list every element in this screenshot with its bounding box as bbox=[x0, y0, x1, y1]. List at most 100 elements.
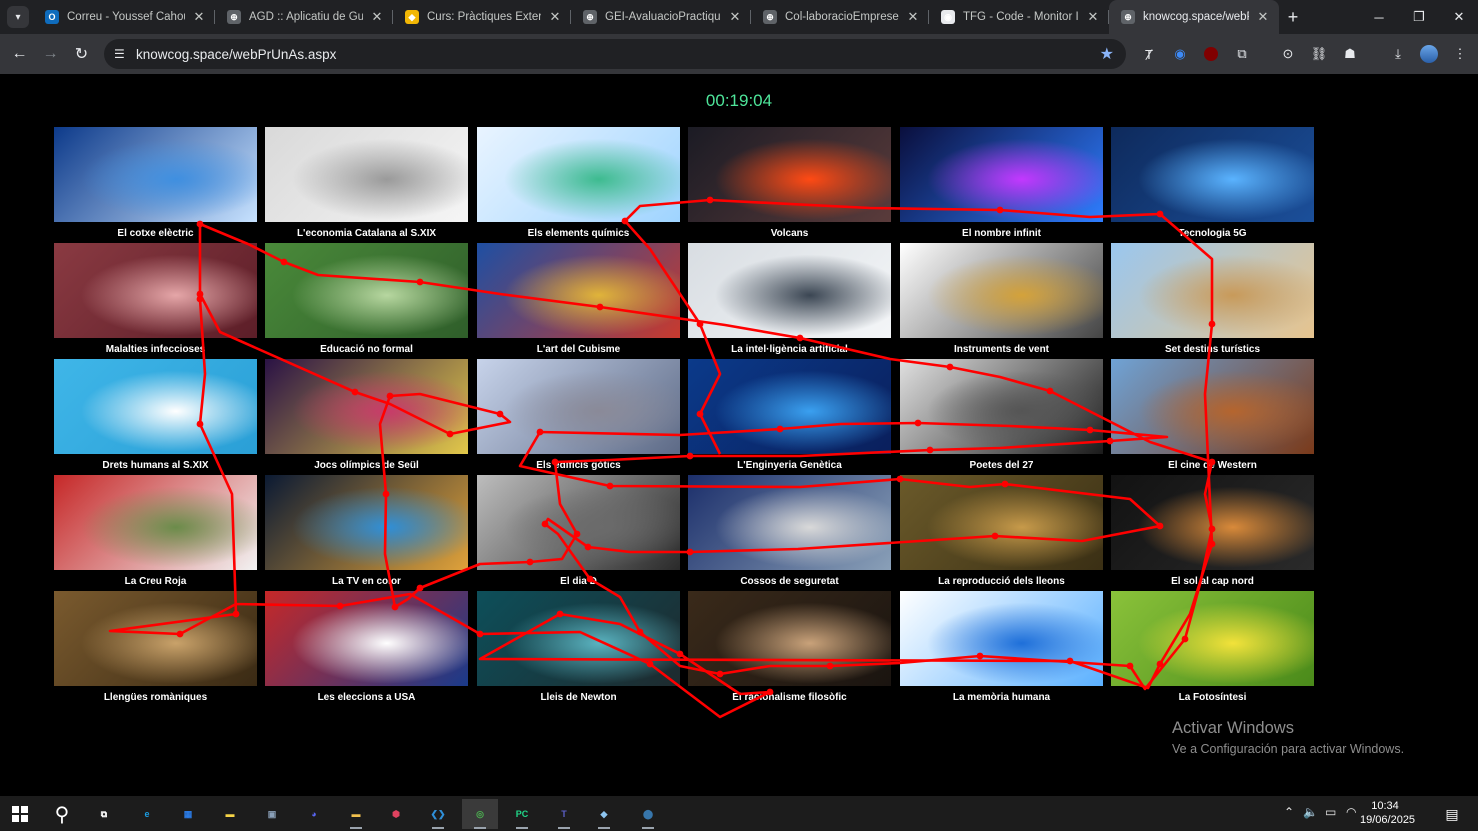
incognito-icon[interactable]: ☗ bbox=[1338, 42, 1362, 66]
browser-tab[interactable]: ⊕ knowcog.space/webPrUnAs ✕ bbox=[1109, 0, 1279, 34]
file-app-icon[interactable]: ▣ bbox=[254, 799, 290, 829]
extensions-icon[interactable]: ⧉ bbox=[1230, 42, 1254, 66]
battery-icon[interactable]: ▭ bbox=[1325, 805, 1336, 819]
site-info-icon[interactable]: ☰ bbox=[114, 47, 132, 61]
topic-tile-red-cross-volunteers[interactable] bbox=[54, 475, 257, 570]
browser-tab[interactable]: ◆ Curs: Pràctiques Externes ✕ bbox=[393, 0, 571, 34]
system-clock[interactable]: 10:34 19/06/2025 bbox=[1360, 799, 1416, 827]
wifi-icon[interactable]: ◠ bbox=[1346, 805, 1356, 819]
pycharm-icon[interactable]: PC bbox=[504, 799, 540, 829]
tab-close-icon[interactable]: ✕ bbox=[1255, 9, 1271, 25]
browser-tab[interactable]: ⊕ AGD :: Aplicatiu de Guies ✕ bbox=[215, 0, 393, 34]
volume-icon[interactable]: 🔈 bbox=[1303, 805, 1318, 819]
topic-label: El racionalisme filosòfic bbox=[732, 692, 847, 703]
topic-label: Educació no formal bbox=[320, 344, 413, 355]
tab-search-icon[interactable]: ▾ bbox=[7, 6, 29, 28]
browser-tab[interactable]: ◉ TFG - Code - Monitor Indi ✕ bbox=[929, 0, 1109, 34]
clock-date: 19/06/2025 bbox=[1360, 814, 1416, 826]
tab-close-icon[interactable]: ✕ bbox=[905, 9, 921, 25]
topic-tile-brain[interactable] bbox=[900, 591, 1103, 686]
start-icon[interactable] bbox=[2, 799, 38, 829]
teams-icon[interactable]: T bbox=[546, 799, 582, 829]
vscode-icon[interactable]: ❮❯ bbox=[420, 799, 456, 829]
topic-tile-volcano[interactable] bbox=[688, 127, 891, 222]
tab-favicon-icon: ⊕ bbox=[583, 10, 597, 24]
show-hidden-icons-icon[interactable]: ⌃ bbox=[1284, 805, 1294, 819]
topic-tile-poets-portraits[interactable] bbox=[900, 359, 1103, 454]
topic-label: Els edificis gòtics bbox=[536, 460, 621, 471]
topic-tile-cubist-painting[interactable] bbox=[477, 243, 680, 338]
app-hex-icon[interactable]: ⬢ bbox=[378, 799, 414, 829]
topic-tile-old-manuscript[interactable] bbox=[54, 591, 257, 686]
topic-tile-gothic-cathedral[interactable] bbox=[477, 359, 680, 454]
topic-label: La memòria humana bbox=[952, 692, 1051, 703]
read-aloud-icon[interactable]: ◉ bbox=[1168, 42, 1192, 66]
close-window-icon[interactable]: ✕ bbox=[1436, 0, 1478, 34]
store-icon[interactable]: ▦ bbox=[170, 799, 206, 829]
translate-icon[interactable]: Ⱦ bbox=[1137, 42, 1161, 66]
tab-close-icon[interactable]: ✕ bbox=[727, 9, 743, 25]
tab-close-icon[interactable]: ✕ bbox=[1085, 9, 1101, 25]
link-icon[interactable]: ⛓ bbox=[1307, 42, 1331, 66]
tab-close-icon[interactable]: ✕ bbox=[191, 9, 207, 25]
address-bar[interactable]: ☰ knowcog.space/webPrUnAs.aspx ★ bbox=[104, 39, 1126, 69]
topic-tile-police-cars[interactable] bbox=[688, 475, 891, 570]
topic-label: L'Enginyeria Genètica bbox=[737, 460, 842, 471]
topic-tile-city-5g[interactable] bbox=[1111, 127, 1314, 222]
tab-favicon-icon: ◉ bbox=[941, 10, 955, 24]
topic-tile-desert-landscape[interactable] bbox=[1111, 359, 1314, 454]
search-icon[interactable]: ⚲ bbox=[44, 799, 80, 829]
discord-icon[interactable]: ◕ bbox=[296, 799, 332, 829]
browser-tab[interactable]: ⊕ Col-laboracioEmpresesEN ✕ bbox=[751, 0, 929, 34]
windows-taskbar: ⚲ ⧉ e ▦ ▬ ▣ ◕ ▬ ⬢ ❮❯ ◎ PC T ◆ ⬤ ⌃ 🔈 ▭ ◠ 10:34 19/06/2… bbox=[0, 796, 1478, 831]
topic-tile-vote-buttons[interactable] bbox=[265, 591, 468, 686]
topic-tile-lion[interactable] bbox=[900, 475, 1103, 570]
notes-app-icon[interactable]: ◆ bbox=[586, 799, 622, 829]
topic-label: Lleis de Newton bbox=[540, 692, 617, 703]
session-timer: 00:19:04 bbox=[705, 91, 773, 110]
back-icon[interactable]: ← bbox=[4, 39, 35, 70]
topic-tile-children-playing[interactable] bbox=[265, 243, 468, 338]
new-tab-icon[interactable]: + bbox=[1279, 7, 1307, 28]
topic-tile-philosophers-portraits[interactable] bbox=[688, 591, 891, 686]
chrome-icon[interactable]: ◎ bbox=[462, 799, 498, 829]
file-explorer-icon[interactable]: ▬ bbox=[338, 799, 374, 829]
python-icon[interactable]: ⬤ bbox=[630, 799, 666, 829]
tab-close-icon[interactable]: ✕ bbox=[369, 9, 385, 25]
topic-label: La Creu Roja bbox=[124, 576, 187, 587]
topic-tile-pyramids[interactable] bbox=[1111, 243, 1314, 338]
notifications-icon[interactable]: ▤ bbox=[1434, 799, 1470, 829]
sticky-notes-icon[interactable]: ▬ bbox=[212, 799, 248, 829]
bookmark-star-icon[interactable]: ★ bbox=[1100, 44, 1114, 64]
topic-tile-d-day-soldiers[interactable] bbox=[477, 475, 680, 570]
menu-icon[interactable]: ⋮ bbox=[1448, 42, 1472, 66]
download-icon[interactable]: ⤓ bbox=[1386, 42, 1410, 66]
topic-tile-wind-instruments[interactable] bbox=[900, 243, 1103, 338]
browser-tab[interactable]: O Correu - Youssef Cahouach ✕ bbox=[33, 0, 215, 34]
profile-avatar[interactable] bbox=[1417, 42, 1441, 66]
topic-tile-infinity-symbol[interactable] bbox=[900, 127, 1103, 222]
url-text[interactable]: knowcog.space/webPrUnAs.aspx bbox=[136, 47, 336, 62]
edge-icon[interactable]: e bbox=[129, 799, 165, 829]
ublock-icon[interactable] bbox=[1199, 42, 1223, 66]
topic-tile-leaf-veins[interactable] bbox=[1111, 591, 1314, 686]
topic-tile-textile-factory[interactable] bbox=[265, 127, 468, 222]
topic-tile-chemistry-flask[interactable] bbox=[477, 127, 680, 222]
browser-tab[interactable]: ⊕ GEI-AvaluacioPractiquesEx ✕ bbox=[571, 0, 751, 34]
topic-tile-newtons-cradle[interactable] bbox=[477, 591, 680, 686]
topic-tile-sunset-cliff[interactable] bbox=[1111, 475, 1314, 570]
task-view-icon[interactable]: ⧉ bbox=[86, 799, 122, 829]
forward-icon[interactable]: → bbox=[35, 39, 66, 70]
topic-tile-ai-head[interactable] bbox=[688, 243, 891, 338]
topic-tile-olympic-rings[interactable] bbox=[265, 359, 468, 454]
reload-icon[interactable]: ↻ bbox=[66, 39, 97, 70]
screenshot-icon[interactable]: ⊙ bbox=[1276, 42, 1300, 66]
topic-tile-human-rights-figures[interactable] bbox=[54, 359, 257, 454]
topic-tile-electric-car[interactable] bbox=[54, 127, 257, 222]
topic-label: La TV en color bbox=[332, 576, 401, 587]
topic-tile-tv-screens[interactable] bbox=[265, 475, 468, 570]
topic-tile-dna[interactable] bbox=[688, 359, 891, 454]
tab-close-icon[interactable]: ✕ bbox=[547, 9, 563, 25]
topic-label: Tecnologia 5G bbox=[1178, 228, 1247, 239]
topic-tile-bacteria[interactable] bbox=[54, 243, 257, 338]
